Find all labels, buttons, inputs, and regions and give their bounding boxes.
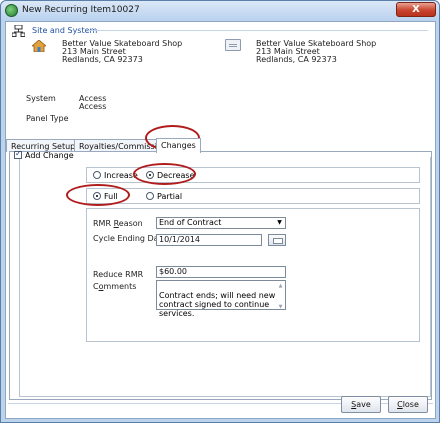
reduce-rmr-input[interactable]: $60.00 — [156, 266, 286, 278]
rmr-reason-label: RMR Reason — [93, 219, 143, 228]
comments-scrollbar[interactable]: ▲ ▼ — [277, 282, 284, 310]
scroll-up-icon[interactable]: ▲ — [277, 282, 284, 291]
app-icon — [5, 4, 18, 17]
close-button[interactable]: Close — [388, 396, 428, 413]
recurring-item-window: New Recurring Item10027 X Site and Syste… — [0, 0, 440, 423]
decrease-radio[interactable]: Decrease — [146, 171, 195, 180]
rmr-reason-select[interactable]: End of Contract ▼ — [156, 217, 286, 229]
add-change-label: Add Change — [25, 151, 74, 160]
network-icon — [12, 25, 25, 37]
tab-changes[interactable]: Changes — [156, 138, 201, 153]
section-divider — [88, 30, 428, 31]
radio-icon — [93, 171, 101, 179]
comments-textarea[interactable]: Contract ends; will need new contract si… — [156, 280, 286, 318]
tab-strip: Recurring Setup Royalties/Commissions Ch… — [6, 138, 437, 153]
dialog-body: Site and System Better Value Skateboard … — [5, 21, 436, 419]
reduce-rmr-label: Reduce RMR — [93, 270, 144, 279]
service-address: Better Value Skateboard Shop 213 Main St… — [256, 40, 376, 64]
service-city: Redlands, CA 92373 — [256, 55, 337, 64]
scope-group — [86, 188, 420, 204]
radio-selected-icon — [93, 192, 101, 200]
increase-radio[interactable]: Increase — [93, 171, 138, 180]
title-bar: New Recurring Item10027 X — [1, 1, 439, 21]
partial-label: Partial — [157, 192, 183, 201]
full-radio[interactable]: Full — [93, 192, 118, 201]
billing-city: Redlands, CA 92373 — [62, 55, 143, 64]
radio-selected-icon — [146, 171, 154, 179]
decrease-label: Decrease — [157, 171, 195, 180]
add-change-checkbox[interactable]: Add Change — [14, 149, 74, 160]
scroll-down-icon[interactable]: ▼ — [277, 303, 284, 312]
radio-icon — [146, 192, 154, 200]
house-icon — [32, 40, 46, 52]
system-label: System — [26, 94, 56, 103]
dropdown-arrow-icon: ▼ — [277, 219, 282, 226]
increase-label: Increase — [104, 171, 138, 180]
panel-type-label: Panel Type — [26, 114, 69, 123]
close-window-button[interactable]: X — [396, 2, 436, 17]
system-value-2: Access — [79, 102, 107, 111]
cycle-ending-date-input[interactable]: 10/1/2014 — [156, 234, 262, 246]
full-label: Full — [104, 192, 118, 201]
save-button[interactable]: Save — [341, 396, 381, 413]
billing-address: Better Value Skateboard Shop 213 Main St… — [62, 40, 182, 64]
calendar-icon[interactable] — [268, 234, 286, 246]
partial-radio[interactable]: Partial — [146, 192, 182, 201]
comments-label: Comments — [93, 282, 137, 291]
rmr-reason-value: End of Contract — [159, 218, 222, 227]
window-title: New Recurring Item10027 — [22, 5, 140, 15]
address-card-icon — [225, 39, 241, 51]
checkbox-checked-icon — [14, 149, 22, 159]
